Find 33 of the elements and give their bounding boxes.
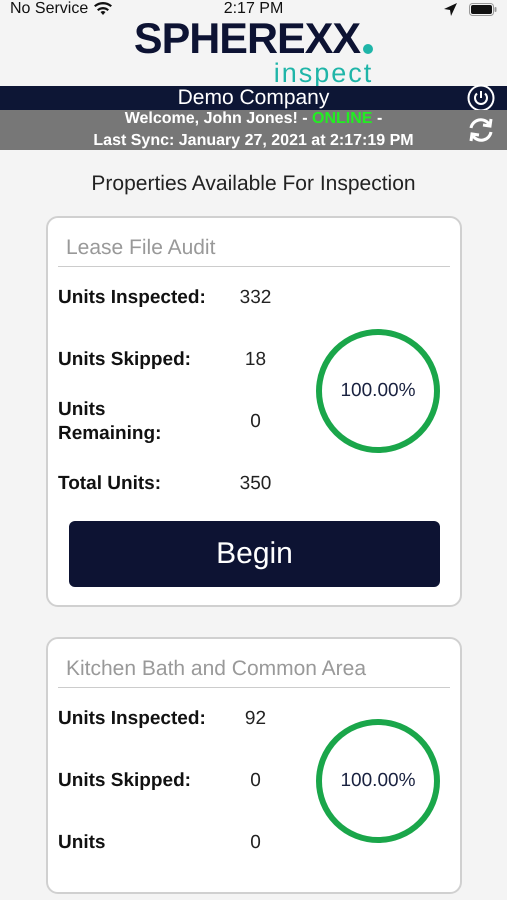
stat-value: 0 <box>249 770 262 792</box>
stat-value: 92 <box>244 708 268 730</box>
stat-value: 350 <box>238 473 272 495</box>
stat-label: Units Skipped: <box>58 348 192 372</box>
stat-value: 0 <box>249 832 262 854</box>
welcome-text: Welcome, John Jones! - ONLINE - <box>124 110 382 128</box>
logo-dot-icon <box>363 44 374 54</box>
battery-icon <box>469 2 497 16</box>
sync-button[interactable] <box>467 116 495 144</box>
location-arrow-icon <box>444 2 457 16</box>
product-logo-text: inspect <box>274 60 374 86</box>
begin-button[interactable]: Begin <box>69 521 440 587</box>
stat-value: 18 <box>244 349 268 371</box>
page-title: Properties Available For Inspection <box>90 172 417 196</box>
stat-label: Units Inspected: <box>58 707 207 731</box>
progress-percent: 100.00% <box>340 770 416 792</box>
clock-text: 2:17 PM <box>224 0 284 18</box>
stat-value: 332 <box>238 287 272 309</box>
brand-logo-text: SPHEREXX <box>134 18 360 60</box>
progress-percent: 100.00% <box>340 380 416 402</box>
last-sync-text: Last Sync: January 27, 2021 at 2:17:19 PM <box>93 132 414 150</box>
carrier-text: No Service <box>10 0 88 18</box>
stat-label: Units Remaining: <box>58 398 162 446</box>
stat-label: Total Units: <box>58 472 162 496</box>
stat-label: Units Inspected: <box>58 286 207 310</box>
power-button[interactable] <box>467 84 495 112</box>
stat-label: Units <box>58 831 106 855</box>
property-name: Lease File Audit <box>58 232 450 267</box>
company-title: Demo Company <box>178 86 330 110</box>
wifi-icon <box>94 2 112 16</box>
stat-value: 0 <box>249 411 262 433</box>
stat-label: Units Skipped: <box>58 769 192 793</box>
property-name: Kitchen Bath and Common Area <box>58 653 450 688</box>
